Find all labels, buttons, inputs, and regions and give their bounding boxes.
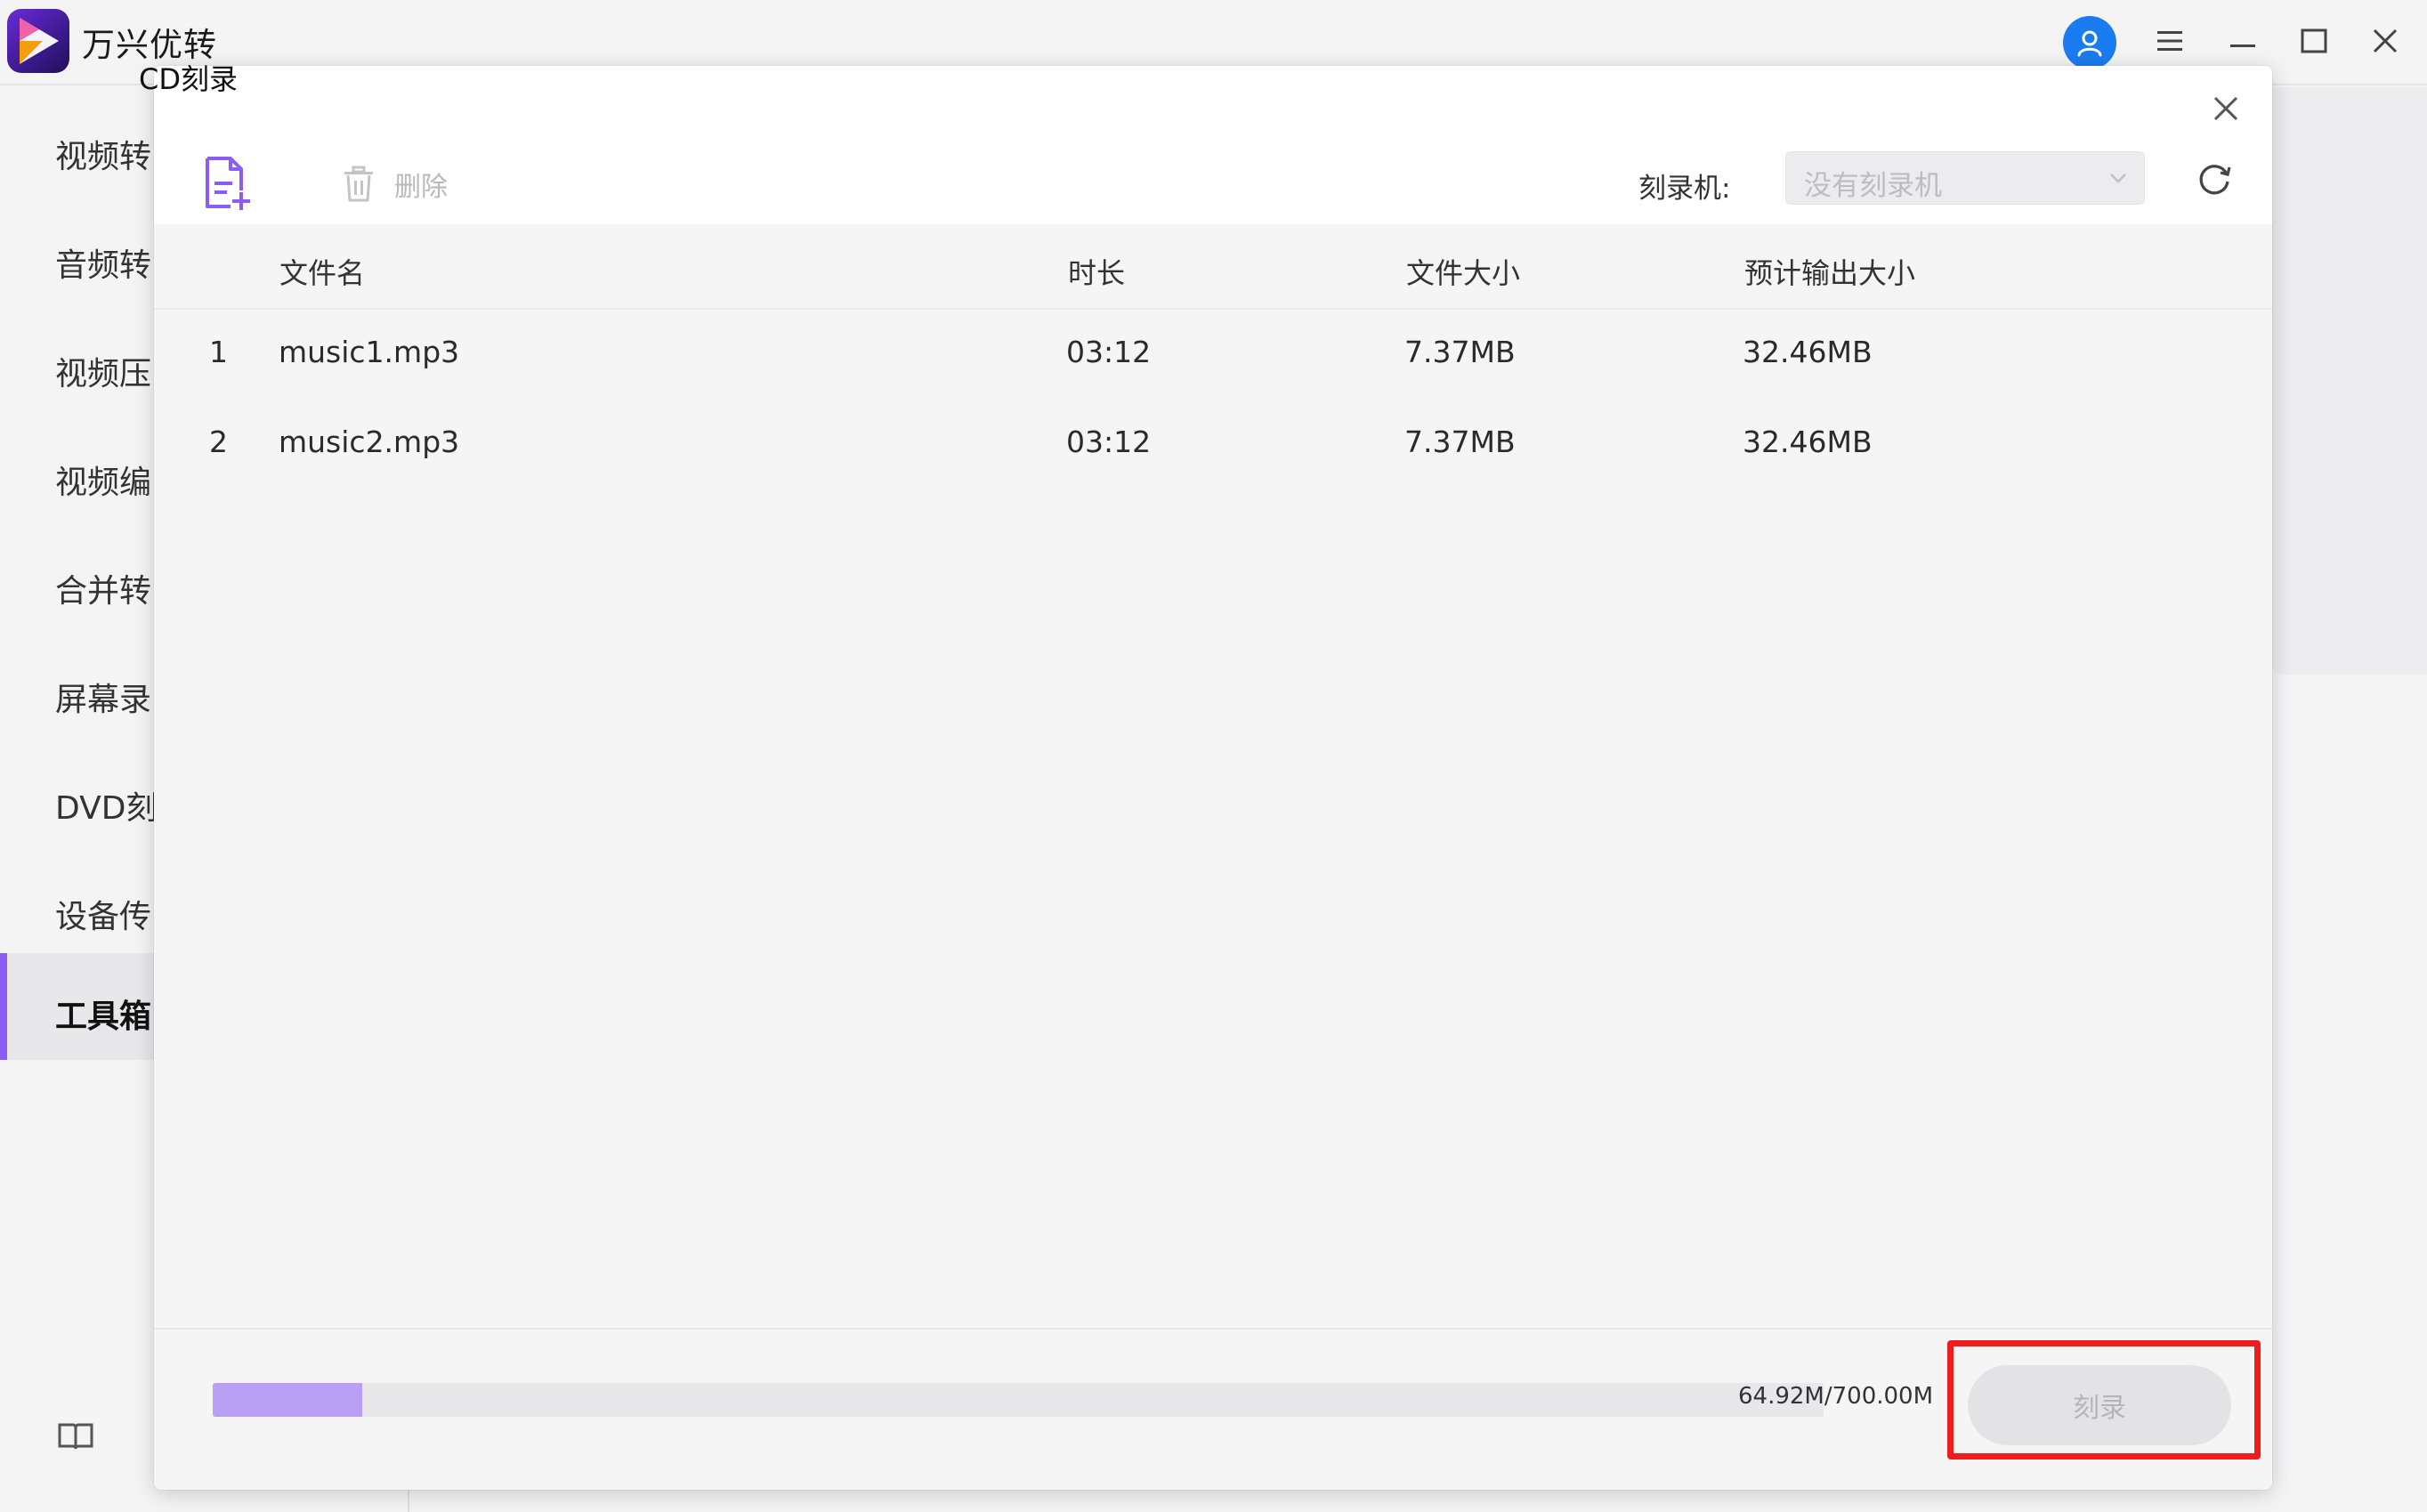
- column-header-output-size: 预计输出大小: [1744, 256, 1916, 290]
- table-header: 文件名 时长 文件大小 预计输出大小: [154, 224, 2272, 310]
- file-name: music1.mp3: [279, 335, 460, 369]
- refresh-icon: [2199, 165, 2231, 195]
- close-icon: [2213, 96, 2238, 121]
- sidebar-item-label: 设备传: [55, 899, 152, 935]
- row-index: 1: [209, 335, 228, 369]
- output-size: 32.46MB: [1743, 424, 1873, 459]
- window-close-button[interactable]: [2357, 12, 2414, 69]
- menu-button[interactable]: [2141, 12, 2198, 69]
- user-icon: [2077, 30, 2102, 57]
- sidebar-item-label: 音频转: [55, 247, 152, 284]
- chevron-down-icon: [2110, 174, 2126, 183]
- sidebar-item-label: 工具箱: [55, 999, 152, 1035]
- disc-capacity-fill: [213, 1383, 362, 1417]
- table-row[interactable]: 1 music1.mp3 03:12 7.37MB 32.46MB: [154, 310, 2272, 399]
- file-duration: 03:12: [1066, 335, 1152, 369]
- column-header-size: 文件大小: [1406, 256, 1521, 290]
- column-header-duration: 时长: [1068, 256, 1126, 290]
- add-file-icon: [206, 157, 250, 210]
- dialog-footer: 64.92M/700.00M 刻录: [154, 1328, 2272, 1490]
- burn-button[interactable]: 刻录: [1968, 1365, 2231, 1445]
- column-header-filename: 文件名: [279, 256, 366, 290]
- menu-icon: [2157, 31, 2182, 51]
- maximize-icon: [2301, 28, 2327, 53]
- row-index: 2: [209, 424, 228, 459]
- minimize-icon: [2230, 44, 2255, 47]
- burner-label: 刻录机:: [1638, 173, 1731, 205]
- delete-label: 删除: [394, 172, 448, 203]
- dialog-close-button[interactable]: [2201, 84, 2251, 133]
- sidebar-item-label: 视频压: [55, 356, 152, 392]
- capacity-text: 64.92M/700.00M: [1738, 1383, 1934, 1410]
- delete-button[interactable]: 删除: [341, 162, 448, 206]
- close-icon: [2373, 28, 2398, 53]
- book-icon[interactable]: [57, 1420, 94, 1456]
- trash-icon: [344, 166, 373, 202]
- sidebar-item-label: 视频编: [55, 465, 152, 501]
- table-row[interactable]: 2 music2.mp3 03:12 7.37MB 32.46MB: [154, 400, 2272, 489]
- maximize-button[interactable]: [2285, 12, 2342, 69]
- file-name: music2.mp3: [279, 424, 460, 459]
- user-avatar-button[interactable]: [2063, 16, 2116, 69]
- burner-select-value: 没有刻录机: [1804, 170, 1942, 202]
- dialog-toolbar: 删除 刻录机: 没有刻录机: [154, 66, 2272, 224]
- burn-button-label: 刻录: [2073, 1393, 2126, 1424]
- sidebar-item-label: 合并转: [55, 573, 152, 610]
- app-window: 万兴优转 视频转 音频转 视频压 视频编 合并转 屏幕录 DVD刻 设备传 工具…: [0, 0, 2427, 1512]
- add-file-button[interactable]: [200, 155, 254, 214]
- dialog-title: CD刻录: [139, 62, 238, 96]
- output-size: 32.46MB: [1743, 335, 1873, 369]
- refresh-button[interactable]: [2192, 157, 2237, 201]
- minimize-button[interactable]: [2214, 12, 2271, 69]
- background-panel: [2271, 87, 2427, 675]
- file-duration: 03:12: [1066, 424, 1152, 459]
- sidebar-item-label: 屏幕录: [55, 682, 152, 718]
- file-size: 7.37MB: [1404, 335, 1516, 369]
- app-logo: [7, 9, 69, 73]
- sidebar-item-label: 视频转: [55, 139, 152, 175]
- sidebar-item-label: DVD刻: [55, 790, 158, 827]
- burner-select[interactable]: 没有刻录机: [1785, 151, 2145, 205]
- disc-capacity-bar: [213, 1383, 1824, 1417]
- cd-burn-dialog: 删除 刻录机: 没有刻录机 文件名 时长 文件大小 预计输出大小 1 music…: [154, 66, 2272, 1490]
- file-size: 7.37MB: [1404, 424, 1516, 459]
